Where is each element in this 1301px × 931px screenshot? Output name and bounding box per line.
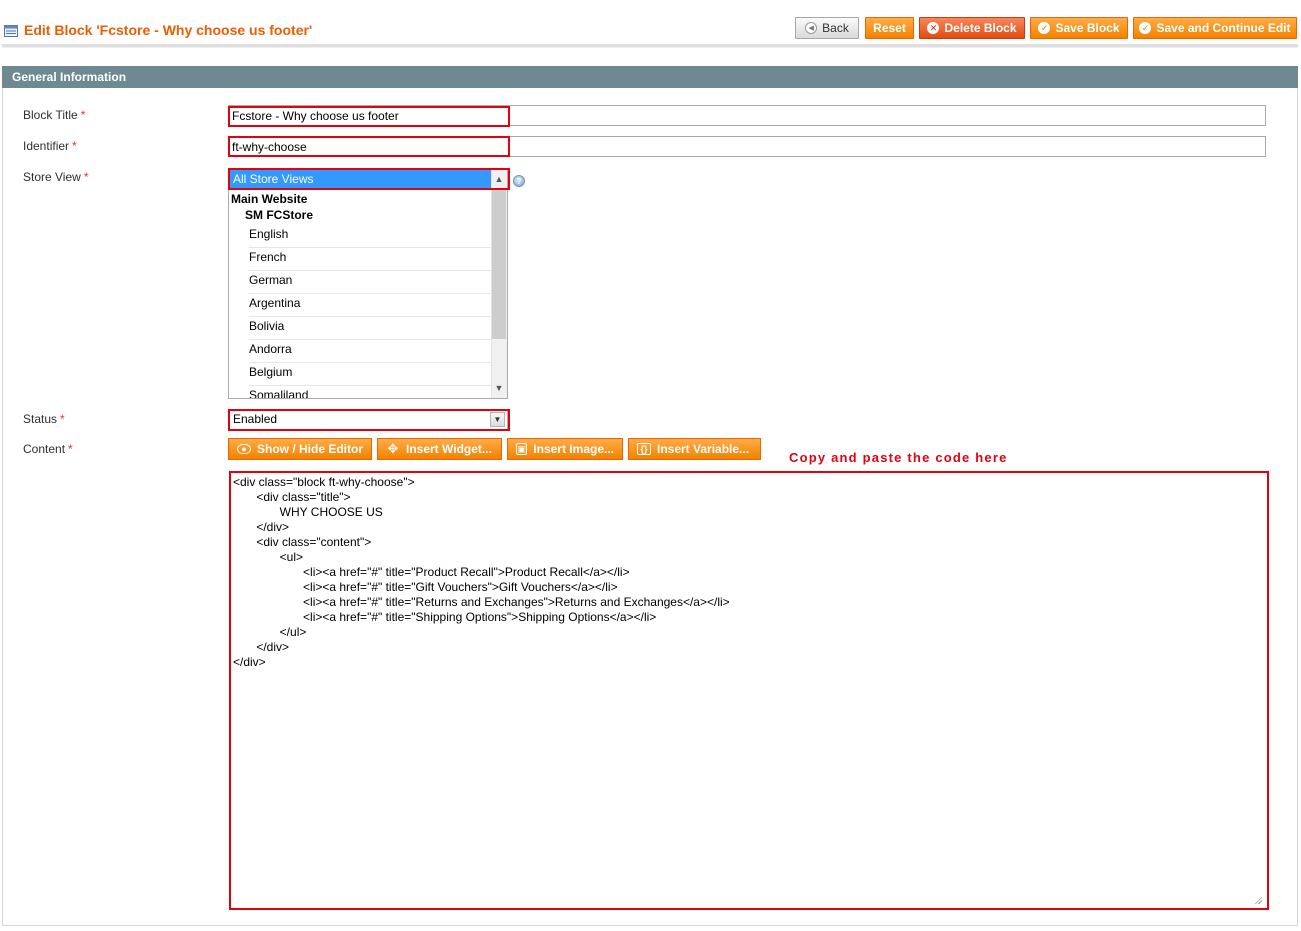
fieldset-legend: General Information [2, 66, 1298, 88]
header-divider [2, 44, 1298, 48]
store-view-subgroup: SM FCStore [245, 208, 314, 222]
store-view-group: Main Website [231, 192, 308, 206]
chevron-down-icon: ▼ [490, 412, 505, 427]
scroll-up-icon[interactable]: ▲ [492, 171, 506, 187]
block-title-label-text: Block Title [23, 108, 78, 122]
scroll-down-icon[interactable]: ▼ [492, 380, 506, 396]
check-icon: ✓ [1038, 22, 1051, 34]
cms-block-icon [4, 25, 18, 37]
insert-variable-label: Insert Variable... [657, 442, 750, 456]
required-marker: * [72, 139, 77, 153]
store-view-option[interactable]: Bolivia [249, 317, 492, 340]
save-continue-button-label: Save and Continue Edit [1156, 21, 1291, 35]
store-view-option[interactable]: Somaliland [249, 386, 492, 398]
annotation-text: Copy and paste the code here [789, 450, 1008, 465]
delete-button-label: Delete Block [944, 21, 1017, 35]
check-icon: ✓ [1139, 22, 1152, 34]
store-view-multiselect[interactable]: All Store Views Main Website SM FCStore … [228, 168, 508, 399]
required-marker: * [80, 108, 86, 122]
save-continue-button[interactable]: ✓ Save and Continue Edit [1133, 17, 1297, 39]
resize-grip-icon[interactable] [1254, 896, 1262, 904]
help-icon[interactable]: ? [513, 175, 525, 187]
back-button-label: Back [822, 21, 849, 35]
required-marker: * [60, 412, 65, 426]
store-view-label: Store View * [23, 170, 88, 184]
insert-image-label: Insert Image... [533, 442, 614, 456]
eye-icon: ● [237, 444, 251, 454]
store-view-option[interactable]: German [249, 271, 492, 294]
store-view-option[interactable]: Argentina [249, 294, 492, 317]
variable-icon: {} [637, 443, 651, 455]
scrollbar-thumb[interactable] [492, 189, 506, 339]
content-label-text: Content [23, 442, 66, 456]
status-label: Status * [23, 412, 65, 426]
required-marker: * [83, 170, 89, 184]
show-hide-editor-button[interactable]: ● Show / Hide Editor [228, 438, 372, 460]
identifier-label-text: Identifier [23, 139, 70, 153]
back-button[interactable]: ◀ Back [795, 17, 859, 39]
store-view-option[interactable]: French [249, 248, 492, 271]
delete-icon: ✕ [927, 22, 940, 34]
store-view-option[interactable]: Belgium [249, 363, 492, 386]
show-hide-editor-label: Show / Hide Editor [256, 442, 363, 456]
reset-button[interactable]: Reset [865, 17, 914, 39]
insert-widget-label: Insert Widget... [406, 442, 492, 456]
store-view-option[interactable]: English [249, 225, 492, 248]
status-selected-value: Enabled [233, 412, 278, 426]
store-view-option[interactable]: Andorra [249, 340, 492, 363]
content-label: Content * [23, 442, 73, 456]
page-title: Edit Block 'Fcstore - Why choose us foot… [24, 22, 313, 38]
back-arrow-icon: ◀ [805, 22, 818, 34]
reset-button-label: Reset [873, 21, 906, 35]
image-icon: ▣ [516, 443, 528, 455]
insert-widget-button[interactable]: ✥ Insert Widget... [377, 438, 502, 460]
identifier-input[interactable] [228, 136, 1266, 157]
status-select[interactable]: Enabled ▼ [228, 409, 508, 430]
status-label-text: Status [23, 412, 58, 426]
block-title-input[interactable] [228, 105, 1266, 126]
store-view-option-selected[interactable]: All Store Views [229, 170, 492, 190]
required-marker: * [68, 442, 73, 456]
save-button-label: Save Block [1055, 21, 1120, 35]
insert-variable-button[interactable]: {} Insert Variable... [628, 438, 761, 460]
insert-image-button[interactable]: ▣ Insert Image... [507, 438, 623, 460]
delete-block-button[interactable]: ✕ Delete Block [919, 17, 1025, 39]
store-view-label-text: Store View [23, 170, 81, 184]
block-title-label: Block Title * [23, 108, 85, 122]
widget-icon: ✥ [387, 441, 399, 456]
identifier-label: Identifier * [23, 139, 77, 153]
content-textarea[interactable]: <div class="block ft-why-choose"> <div c… [229, 471, 1269, 910]
save-block-button[interactable]: ✓ Save Block [1030, 17, 1128, 39]
